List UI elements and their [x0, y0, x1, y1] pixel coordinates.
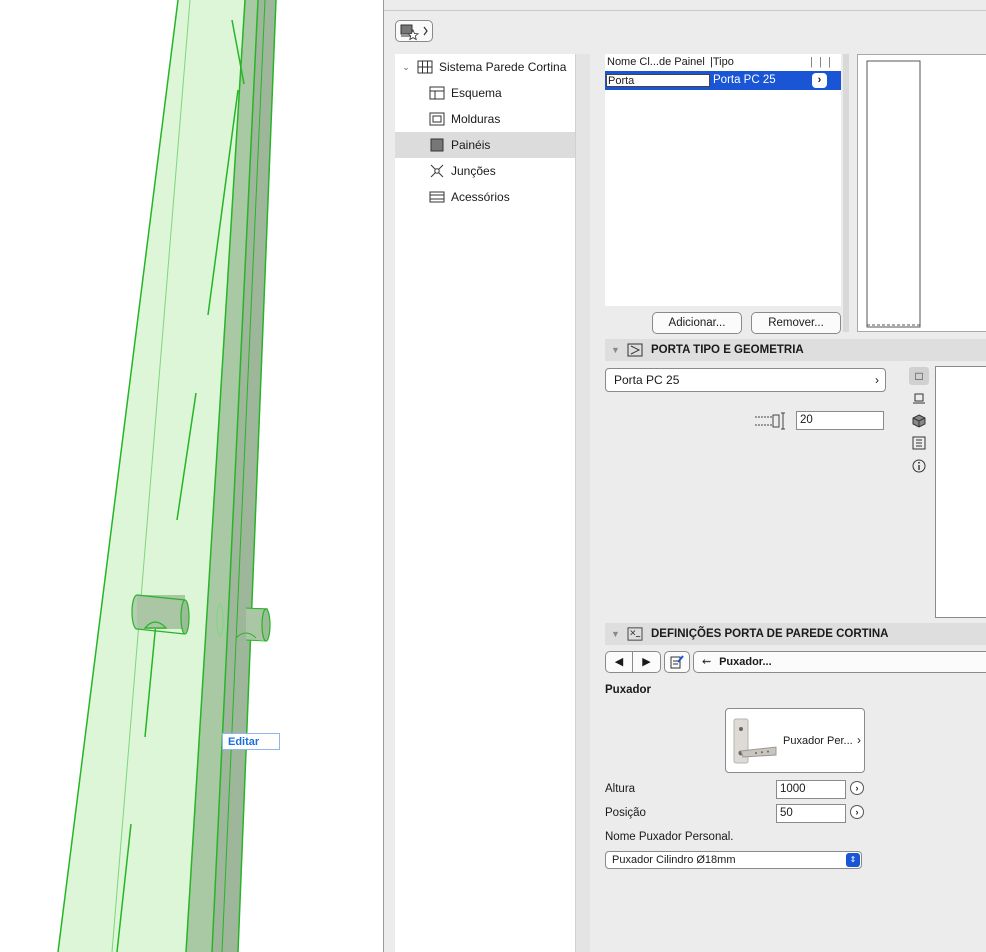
title-bar	[384, 0, 986, 11]
door-preview	[935, 366, 986, 618]
add-button[interactable]: Adicionar...	[652, 312, 742, 334]
table-row-selected[interactable]: Porta Porta PC 25 ›	[605, 71, 841, 90]
section-title: DEFINIÇÕES PORTA DE PAREDE CORTINA	[651, 628, 889, 640]
view-3d-icon[interactable]	[909, 412, 929, 430]
tree-label: Molduras	[451, 112, 501, 126]
posicao-arrow-icon[interactable]: ›	[850, 805, 864, 819]
tree-label: Esquema	[451, 86, 502, 100]
altura-input[interactable]: 1000	[776, 780, 846, 799]
section-header-door-settings[interactable]: ▼ DEFINIÇÕES PORTA DE PAREDE CORTINA	[605, 623, 986, 645]
panel-name-field[interactable]: Porta	[606, 74, 710, 87]
frame-thickness-icon	[755, 412, 785, 430]
favorites-star-icon	[400, 24, 428, 41]
tree-label: Acessórios	[451, 190, 510, 204]
page-selector-label: Puxador...	[719, 656, 772, 668]
tree-item-acessorios[interactable]: Acessórios	[395, 184, 575, 210]
view-plan-icon[interactable]	[909, 390, 929, 408]
tree-scrollbar[interactable]	[575, 54, 590, 952]
panel-tipo-cell: Porta PC 25	[713, 74, 776, 86]
tree-item-molduras[interactable]: Molduras	[395, 106, 575, 132]
door-panel-preview-drawing	[866, 60, 921, 328]
handle-type-label: Puxador Per...	[783, 735, 853, 747]
altura-label: Altura	[605, 783, 636, 795]
accessory-icon	[429, 191, 445, 203]
scheme-icon	[429, 86, 445, 100]
handle-name-popup[interactable]: Puxador Cilindro Ø18mm ⇕	[605, 851, 862, 869]
info-icon[interactable]	[909, 457, 929, 475]
curtain-wall-settings-dialog: ⌄ Sistema Parede Cortina Esquema Moldura…	[383, 0, 986, 952]
door-type-selector[interactable]: Porta PC 25 ›	[605, 368, 886, 392]
door-settings-icon	[627, 627, 643, 641]
table-scrollbar[interactable]	[843, 54, 849, 332]
curtain-wall-3d-model[interactable]	[0, 0, 384, 952]
column-separators: | | |	[810, 56, 831, 68]
table-header: Nome Cl...de Painel |Tipo | | |	[605, 54, 841, 70]
chevron-right-icon[interactable]: ›	[812, 73, 827, 88]
collapse-triangle-icon[interactable]: ▼	[611, 339, 620, 361]
junction-icon	[430, 164, 444, 178]
view-list-icon[interactable]	[909, 434, 929, 452]
column-header-tipo[interactable]: |Tipo	[710, 54, 734, 70]
tree-label: Junções	[451, 164, 496, 178]
tree-item-esquema[interactable]: Esquema	[395, 80, 575, 106]
panel-icon	[430, 138, 444, 152]
page-selector[interactable]: ⇜ Puxador...	[693, 651, 986, 673]
collapse-triangle-icon[interactable]: ▼	[611, 623, 620, 645]
settings-tree: ⌄ Sistema Parede Cortina Esquema Moldura…	[395, 54, 575, 952]
favorites-button[interactable]	[395, 20, 433, 42]
handle-thumbnail-icon	[733, 718, 777, 764]
tree-label: Sistema Parede Cortina	[439, 60, 567, 74]
next-page-button[interactable]: ▶	[633, 651, 661, 673]
3d-viewport[interactable]: Editar	[0, 0, 384, 952]
tree-item-sistema-parede-cortina[interactable]: ⌄ Sistema Parede Cortina	[395, 54, 575, 80]
previous-page-button[interactable]: ◀	[605, 651, 633, 673]
chevron-right-icon: ›	[875, 373, 879, 387]
curtain-wall-grid-icon	[417, 60, 433, 74]
door-type-value: Porta PC 25	[614, 373, 680, 387]
posicao-input[interactable]: 50	[776, 804, 846, 823]
column-header-name[interactable]: Nome Cl...de Painel	[607, 54, 705, 70]
remove-button[interactable]: Remover...	[751, 312, 841, 334]
view-2d-icon[interactable]: □	[909, 367, 929, 385]
edit-parameters-icon[interactable]	[664, 651, 690, 673]
altura-arrow-icon[interactable]: ›	[850, 781, 864, 795]
posicao-label: Posição	[605, 807, 646, 819]
nome-puxador-label: Nome Puxador Personal.	[605, 831, 734, 843]
tree-item-juncoes[interactable]: Junções	[395, 158, 575, 184]
edit-tag[interactable]: Editar	[222, 733, 280, 750]
thickness-input[interactable]: 20	[796, 411, 884, 430]
tree-label: Painéis	[451, 138, 491, 152]
section-header-door-type[interactable]: ▼ PORTA TIPO E GEOMETRIA	[605, 339, 986, 361]
chevron-down-icon[interactable]: ⌄	[395, 62, 417, 73]
handle-heading: Puxador	[605, 684, 652, 696]
panel-preview	[857, 54, 986, 332]
popup-arrows-icon: ⇕	[846, 853, 860, 867]
panel-class-table: Nome Cl...de Painel |Tipo | | | Porta Po…	[605, 54, 841, 306]
handle-name-value: Puxador Cilindro Ø18mm	[612, 854, 736, 866]
handle-type-selector[interactable]: Puxador Per... ›	[725, 708, 865, 773]
frame-icon	[429, 112, 445, 126]
door-handle-icon: ⇜	[702, 656, 712, 668]
door-geometry-icon	[627, 343, 643, 357]
tree-item-paineis[interactable]: Painéis	[395, 132, 575, 158]
chevron-right-icon: ›	[857, 733, 861, 747]
section-title: PORTA TIPO E GEOMETRIA	[651, 344, 804, 356]
